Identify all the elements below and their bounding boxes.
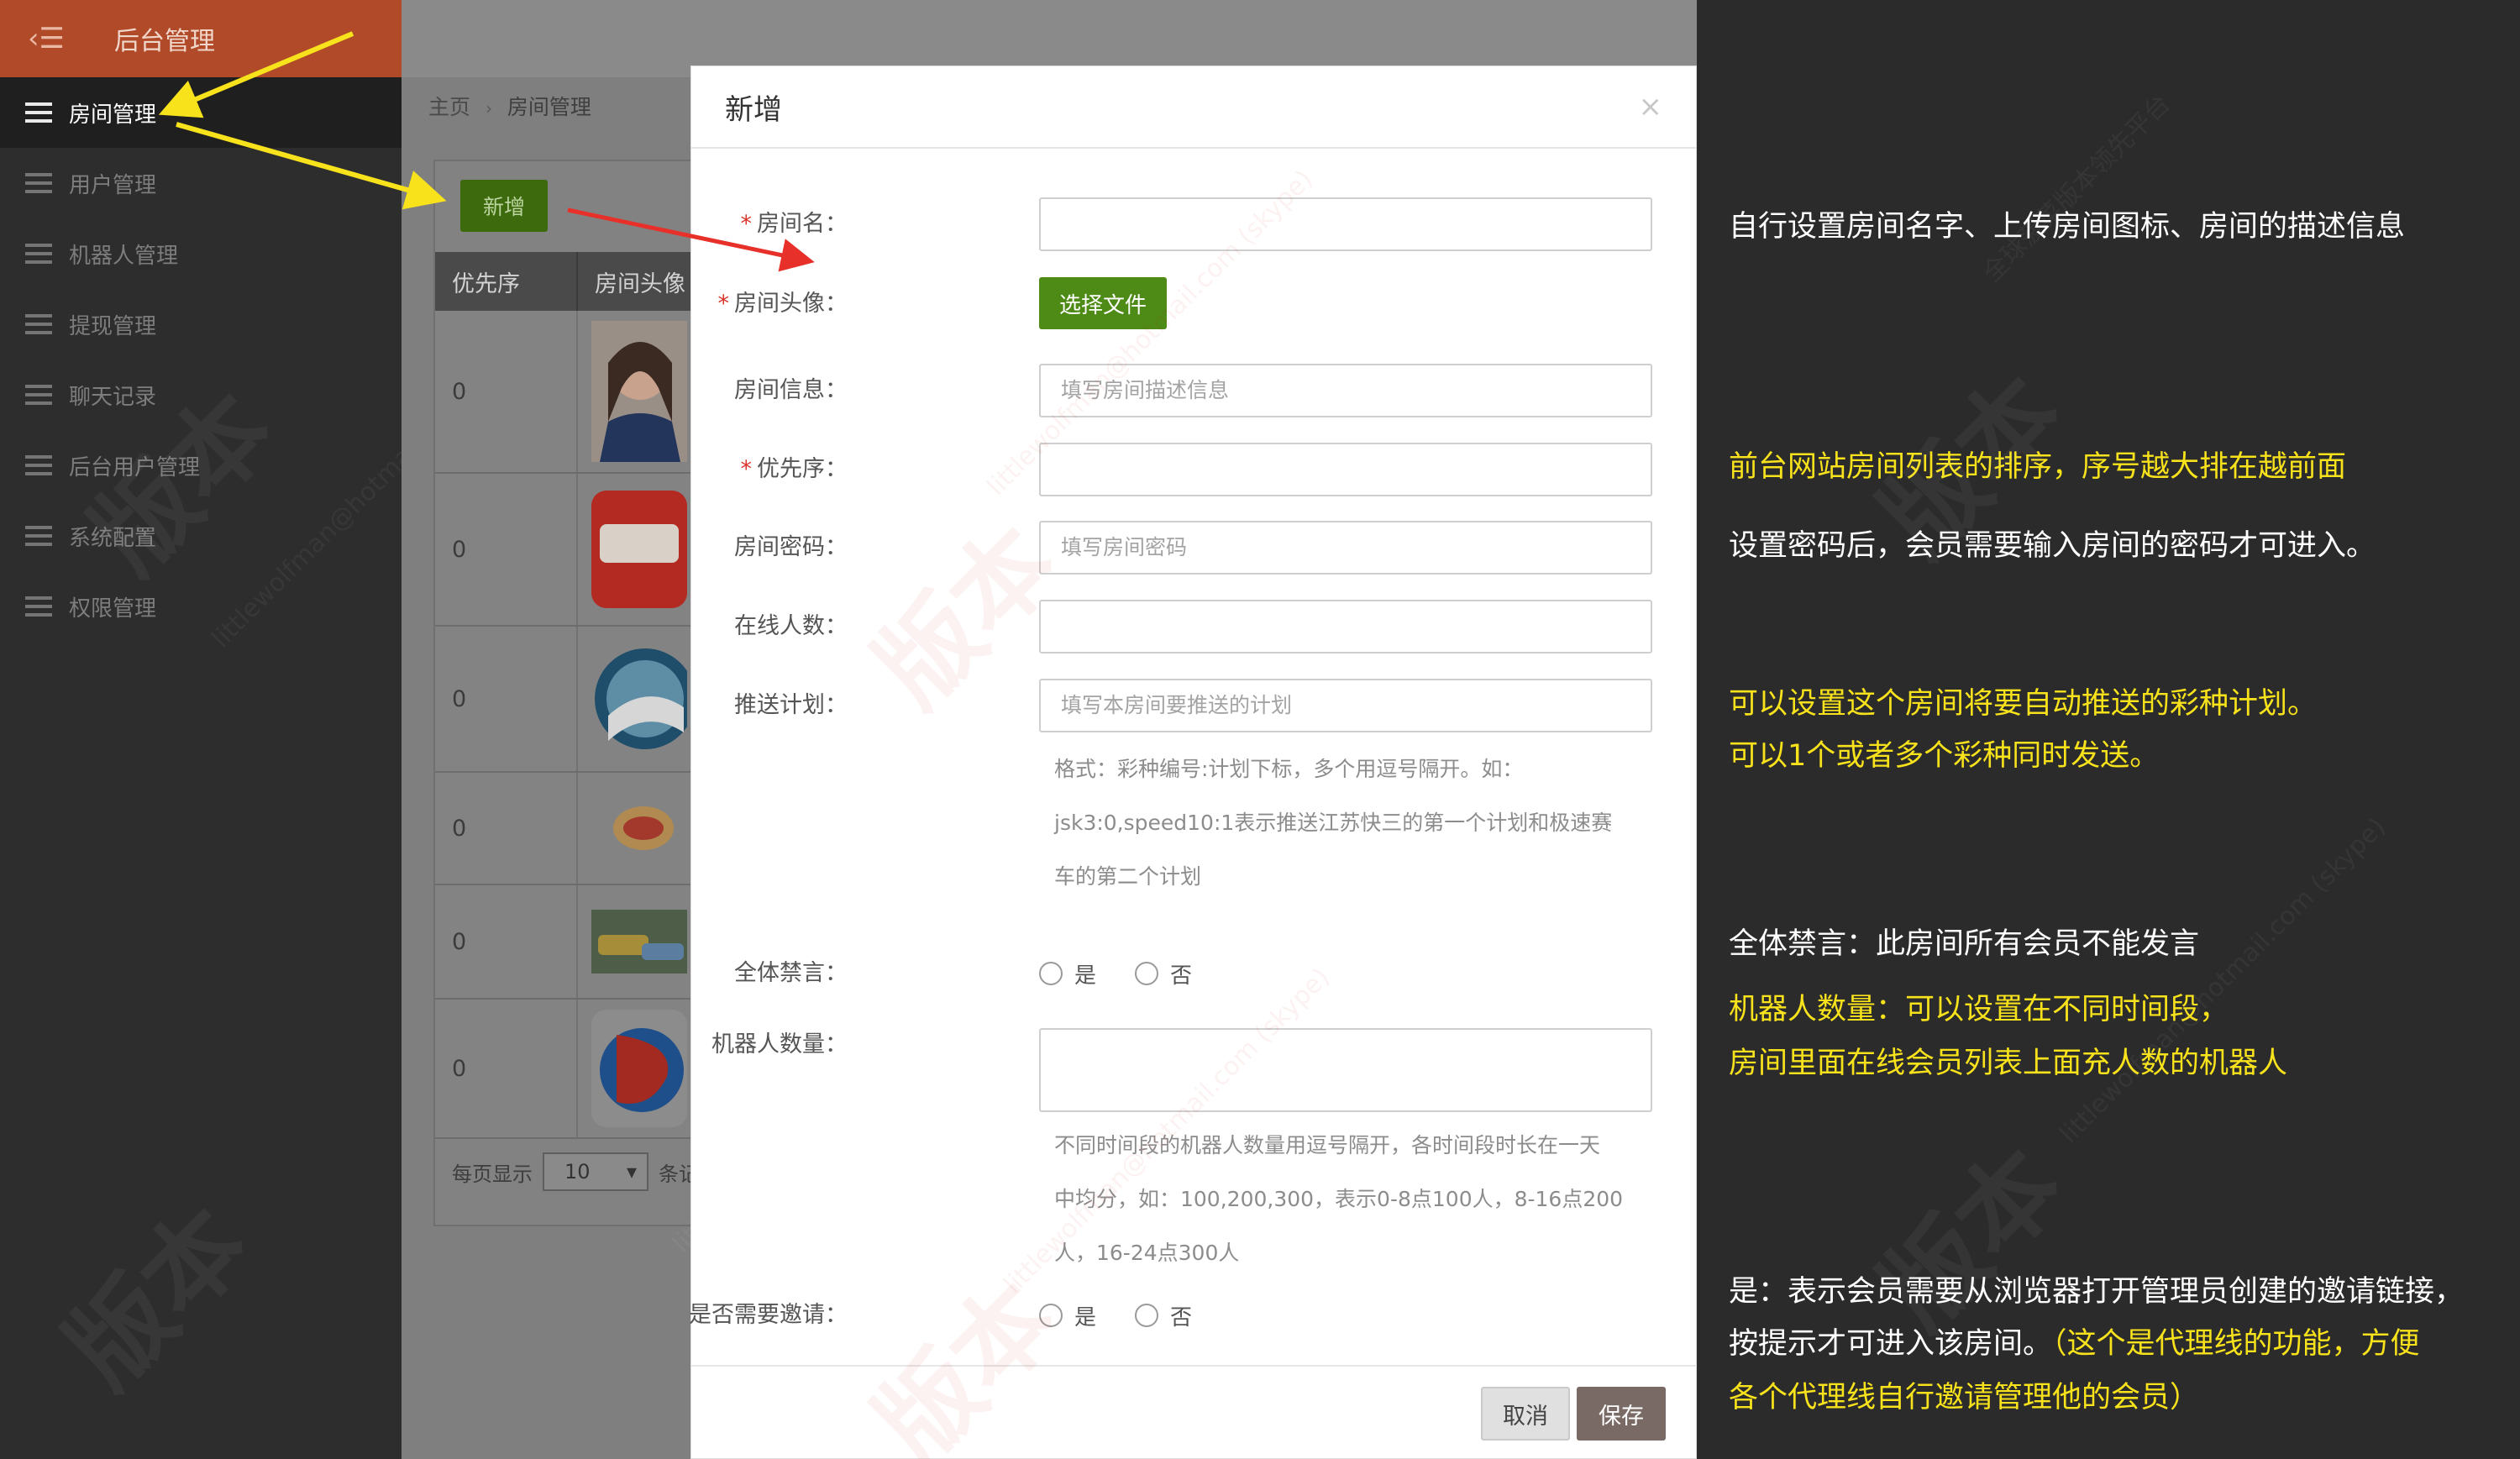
priority-cell: 0 — [435, 773, 578, 884]
modal-title: 新增 — [725, 92, 782, 127]
required-mark: * — [740, 211, 753, 237]
room-name-label-text: 房间名： — [757, 211, 848, 237]
list-icon — [25, 244, 52, 264]
sidebar-item-label: 房间管理 — [69, 102, 157, 128]
cancel-button[interactable]: 取消 — [1481, 1387, 1570, 1441]
menu-toggle-icon[interactable]: ‹☰ — [0, 0, 92, 77]
breadcrumb-current: 房间管理 — [507, 95, 591, 119]
online-count-input[interactable] — [1039, 600, 1652, 653]
help-line: 格式：彩种编号:计划下标，多个用逗号隔开。如： — [1054, 757, 1524, 781]
annotation-invite-1: 是：表示会员需要从浏览器打开管理员创建的邀请链接， — [1729, 1275, 2465, 1309]
mute-no-radio[interactable] — [1135, 962, 1159, 985]
watermark: littlewolfman@hotmail.com (skype) — [2054, 811, 2391, 1150]
mute-all-label: 全体禁言： — [734, 960, 848, 986]
list-icon — [25, 455, 52, 475]
annotation-robots-2: 房间里面在线会员列表上面充人数的机器人 — [1729, 1047, 2288, 1080]
annotation-invite-2-highlight: （这个是代理线的功能，方便 — [2052, 1327, 2420, 1361]
mute-yes-label: 是 — [1074, 963, 1097, 989]
save-button[interactable]: 保存 — [1577, 1387, 1666, 1441]
list-icon — [25, 173, 52, 193]
mute-no-label: 否 — [1170, 963, 1193, 989]
list-icon — [25, 526, 52, 546]
sidebar-header: ‹☰ 后台管理 — [0, 0, 402, 77]
annotation-invite-2: 按提示才可进入该房间。（这个是代理线的功能，方便 — [1729, 1317, 2420, 1371]
room-avatar — [578, 773, 687, 884]
list-icon — [25, 102, 52, 123]
annotation-mute-all: 全体禁言：此房间所有会员不能发言 — [1729, 927, 2200, 961]
annotation-push-plan-2: 可以1个或者多个彩种同时发送。 — [1729, 739, 2160, 773]
invite-no-label: 否 — [1170, 1304, 1193, 1330]
per-page-select[interactable]: 10 ▾ — [543, 1152, 648, 1191]
push-plan-label: 推送计划： — [734, 692, 848, 718]
breadcrumb: 主页 › 房间管理 — [428, 91, 591, 121]
sidebar-item-rooms[interactable]: 房间管理 — [0, 77, 402, 148]
help-line: 人，16-24点300人 — [1054, 1241, 1240, 1265]
priority-input[interactable] — [1039, 443, 1652, 496]
annotation-password: 设置密码后，会员需要输入房间的密码才可进入。 — [1729, 529, 2376, 563]
list-icon — [25, 385, 52, 405]
watermark: 全球菠菜版本领先平台 — [1977, 89, 2176, 288]
required-mark: * — [740, 456, 753, 482]
password-input[interactable] — [1039, 521, 1652, 575]
list-icon — [25, 314, 52, 334]
online-count-label: 在线人数： — [734, 613, 848, 639]
room-avatar-image — [613, 806, 674, 850]
push-plan-input[interactable] — [1039, 679, 1652, 732]
robots-label: 机器人数量： — [711, 1031, 848, 1058]
push-plan-help: 格式：彩种编号:计划下标，多个用逗号隔开。如： jsk3:0,speed10:1… — [1054, 743, 1634, 904]
sidebar-item-label: 权限管理 — [69, 596, 157, 622]
mute-yes-radio[interactable] — [1039, 962, 1063, 985]
annotation-push-plan-1: 可以设置这个房间将要自动推送的彩种计划。 — [1729, 687, 2318, 721]
avatar-label: * 房间头像： — [512, 277, 848, 331]
pagination: 每页显示 10 ▾ 条记 — [452, 1152, 699, 1191]
invite-no-radio[interactable] — [1135, 1304, 1159, 1327]
mute-all-radios: 是 否 — [1039, 947, 1219, 1000]
sidebar: ‹☰ 后台管理 房间管理 用户管理 机器人管理 提现管理 聊天记录 后台用户管理… — [0, 0, 543, 1459]
list-icon — [25, 596, 52, 617]
sidebar-item-label: 提现管理 — [69, 313, 157, 339]
sidebar-item-robots[interactable]: 机器人管理 — [0, 218, 402, 289]
help-line: jsk3:0,speed10:1表示推送江苏快三的第一个计划和极速赛 — [1054, 811, 1613, 835]
close-icon[interactable]: × — [1639, 90, 1663, 123]
chevron-right-icon: › — [485, 98, 492, 118]
robots-textarea[interactable] — [1039, 1028, 1652, 1112]
modal-header: 新增 × — [691, 66, 1696, 149]
invite-yes-label: 是 — [1074, 1304, 1097, 1330]
breadcrumb-home[interactable]: 主页 — [428, 95, 470, 119]
room-info-label: 房间信息： — [734, 377, 848, 403]
annotation-invite-2-text: 按提示才可进入该房间。 — [1729, 1327, 2053, 1361]
sidebar-item-withdrawals[interactable]: 提现管理 — [0, 289, 402, 360]
per-page-value: 10 — [564, 1160, 591, 1183]
avatar-label-text: 房间头像： — [734, 291, 848, 317]
invite-label: 是否需要邀请： — [689, 1302, 848, 1328]
caret-down-icon: ▾ — [626, 1160, 637, 1183]
watermark-big: 版本 — [854, 1260, 1080, 1459]
required-mark: * — [717, 291, 730, 317]
sidebar-item-label: 用户管理 — [69, 172, 157, 198]
password-label: 房间密码： — [734, 534, 848, 560]
per-page-label: 每页显示 — [452, 1162, 533, 1186]
watermark-big: 版本 — [45, 1185, 271, 1411]
priority-label-text: 优先序： — [757, 456, 848, 482]
room-name-label: * 房间名： — [512, 197, 848, 251]
annotation-panel: 自行设置房间名字、上传房间图标、房间的描述信息 前台网站房间列表的排序，序号越大… — [1697, 0, 2520, 1459]
modal-footer-divider — [691, 1365, 1698, 1367]
sidebar-item-users[interactable]: 用户管理 — [0, 148, 402, 218]
sidebar-item-permissions[interactable]: 权限管理 — [0, 571, 402, 642]
priority-label: * 优先序： — [512, 443, 848, 496]
add-room-modal: 新增 × *房间名： *房间头像： 选择文件 房间信息： *优先序： 房间密码：… — [689, 66, 1698, 1459]
help-line: 车的第二个计划 — [1054, 864, 1202, 889]
room-name-input[interactable] — [1039, 197, 1652, 251]
sidebar-title: 后台管理 — [114, 27, 215, 56]
sidebar-item-label: 机器人管理 — [69, 243, 179, 269]
help-line: 中均分，如：100,200,300，表示0-8点100人，8-16点200 — [1054, 1187, 1624, 1211]
annotation-invite-3: 各个代理线自行邀请管理他的会员） — [1729, 1381, 2200, 1414]
